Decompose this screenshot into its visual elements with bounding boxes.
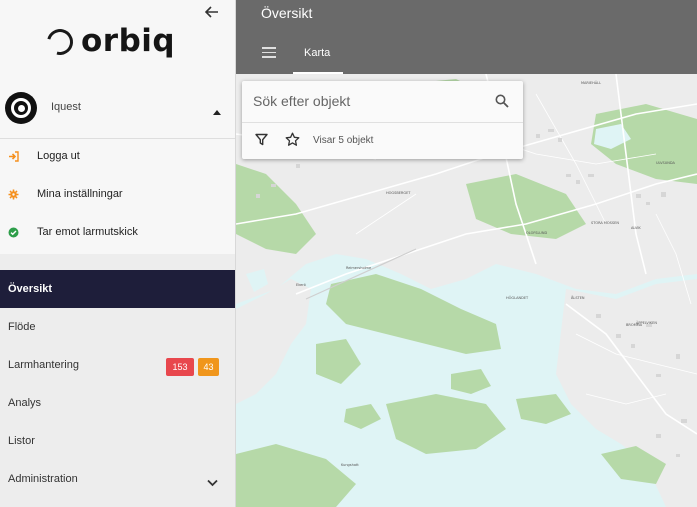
logout-menu-item[interactable]: Logga ut bbox=[0, 139, 235, 175]
divider bbox=[242, 122, 523, 123]
back-arrow-icon[interactable] bbox=[203, 3, 221, 21]
svg-text:BROMMA: BROMMA bbox=[626, 323, 643, 327]
nav-label: Analys bbox=[8, 397, 42, 409]
logo-text: orbiq bbox=[81, 23, 176, 59]
logout-label: Logga ut bbox=[37, 150, 80, 162]
nav-label: Översikt bbox=[8, 283, 53, 295]
settings-menu-item[interactable]: Mina inställningar bbox=[0, 177, 235, 213]
svg-text:MARIEHÄLL: MARIEHÄLL bbox=[581, 80, 601, 85]
avatar bbox=[5, 92, 37, 124]
logout-icon bbox=[8, 151, 19, 162]
user-menu-toggle[interactable]: Iquest bbox=[0, 84, 235, 132]
nav-label: Listor bbox=[8, 435, 35, 447]
nav-item-listor[interactable]: Listor bbox=[0, 422, 235, 460]
svg-text:ULVSUNDA: ULVSUNDA bbox=[656, 161, 676, 165]
nav-item-administration[interactable]: Administration bbox=[0, 460, 235, 498]
nav-item-larmhantering[interactable]: Larmhantering 153 43 bbox=[0, 346, 235, 384]
star-icon[interactable] bbox=[285, 132, 300, 147]
svg-text:HOGSBERGET: HOGSBERGET bbox=[386, 191, 411, 195]
alarm-count-badge-orange: 43 bbox=[198, 358, 219, 376]
settings-label: Mina inställningar bbox=[37, 188, 123, 200]
nav-item-analys[interactable]: Analys bbox=[0, 384, 235, 422]
svg-text:STORA MOSSEN: STORA MOSSEN bbox=[591, 221, 619, 225]
nav-item-flode[interactable]: Flöde bbox=[0, 308, 235, 346]
svg-text:ÅLSTEN: ÅLSTEN bbox=[571, 295, 585, 300]
check-circle-icon bbox=[8, 227, 19, 238]
svg-text:HÖGLANDET: HÖGLANDET bbox=[506, 295, 529, 300]
nav-item-oversikt[interactable]: Översikt bbox=[0, 270, 235, 308]
caret-up-icon bbox=[213, 110, 221, 115]
sidebar: orbiq Iquest Logga ut Mina inställningar bbox=[0, 0, 236, 507]
svg-text:OLOFSLUND: OLOFSLUND bbox=[526, 231, 547, 235]
gear-icon bbox=[8, 189, 19, 200]
search-icon[interactable] bbox=[495, 94, 509, 108]
nav-label: Larmhantering bbox=[8, 359, 79, 371]
nav-label: Administration bbox=[8, 473, 78, 485]
top-header: Översikt Karta bbox=[236, 0, 697, 74]
alarm-count-badge-red: 153 bbox=[166, 358, 194, 376]
chevron-down-icon bbox=[207, 474, 218, 492]
user-name: Iquest bbox=[51, 101, 81, 113]
filter-icon[interactable] bbox=[255, 133, 268, 146]
map-search-card: Visar 5 objekt bbox=[242, 81, 523, 159]
tab-karta[interactable]: Karta bbox=[293, 37, 343, 74]
logo-ring-icon bbox=[42, 23, 78, 60]
list-view-icon[interactable] bbox=[262, 47, 276, 59]
svg-text:Ekerö: Ekerö bbox=[296, 283, 306, 287]
orbiq-logo: orbiq bbox=[42, 23, 176, 60]
svg-text:ALVIK: ALVIK bbox=[631, 226, 641, 230]
nav-label: Flöde bbox=[8, 321, 36, 333]
svg-text:Kungshatt: Kungshatt bbox=[341, 463, 359, 467]
tab-label: Karta bbox=[304, 47, 331, 59]
search-input[interactable] bbox=[253, 89, 483, 113]
object-count-text: Visar 5 objekt bbox=[313, 135, 374, 146]
alerts-menu-item[interactable]: Tar emot larmutskick bbox=[0, 215, 235, 251]
sidebar-profile-panel: orbiq Iquest Logga ut Mina inställningar bbox=[0, 0, 235, 254]
svg-text:Reimersholme: Reimersholme bbox=[346, 266, 371, 270]
page-title: Översikt bbox=[261, 5, 313, 21]
alerts-label: Tar emot larmutskick bbox=[37, 226, 138, 238]
